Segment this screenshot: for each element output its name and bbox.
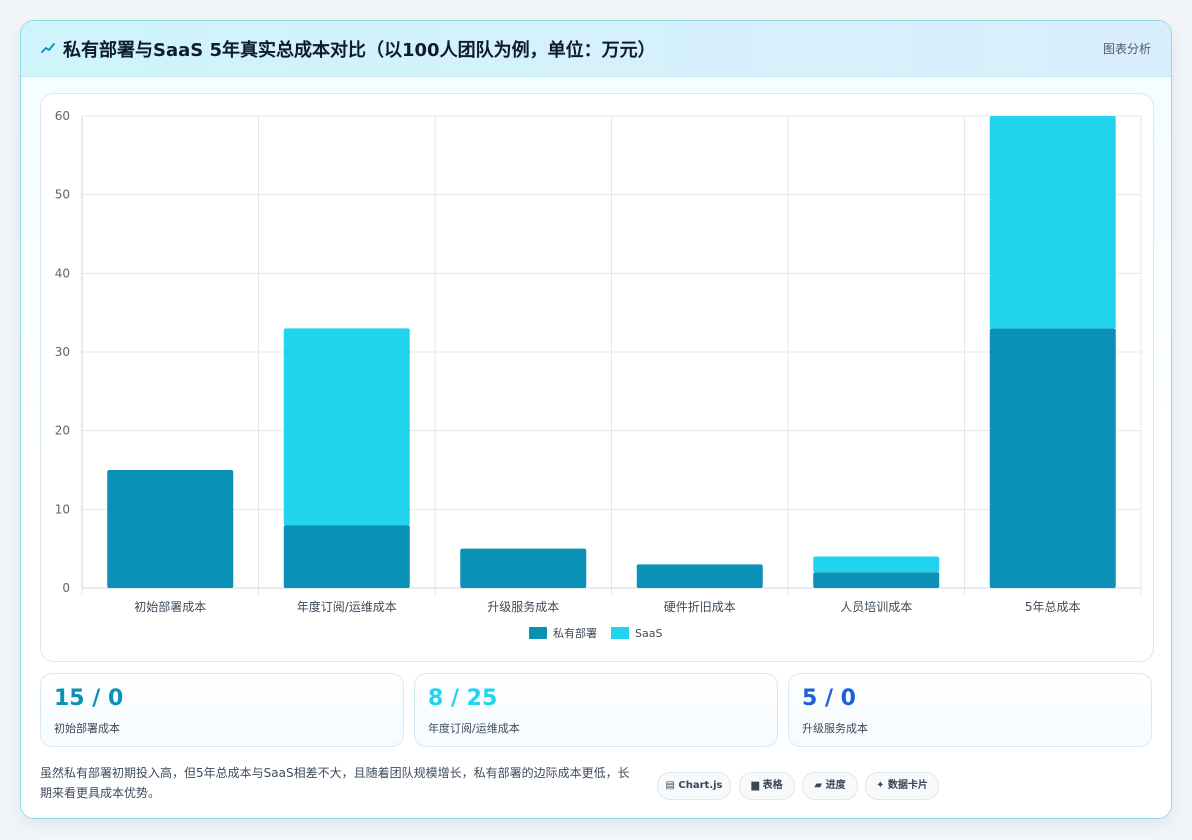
x-tick-label: 硬件折旧成本 (664, 599, 736, 614)
legend-swatch (611, 627, 629, 639)
chart-container: 0 10 20 30 40 50 60 初始部署成本 年度订阅/运维成本 升级服务成本 硬件折旧成本… (40, 93, 1154, 662)
legend-label: SaaS (635, 627, 662, 640)
stat-label: 升级服务成本 (802, 722, 868, 735)
y-tick-label: 10 (55, 502, 70, 516)
stat-value: 8 / 25 (428, 686, 498, 711)
bar-private (107, 470, 234, 588)
legend-swatch (529, 627, 547, 639)
y-tick-label: 60 (55, 109, 70, 123)
pill-table[interactable]: ▆ 表格 (739, 772, 795, 800)
pill-data-card[interactable]: ✦ 数据卡片 (865, 772, 939, 800)
stat-value: 15 / 0 (54, 686, 124, 711)
y-tick-label: 0 (62, 581, 70, 595)
y-tick-label: 30 (55, 345, 70, 359)
pill-progress[interactable]: ▰ 进度 (802, 772, 858, 800)
x-tick-label: 年度订阅/运维成本 (297, 599, 397, 614)
bar-private (636, 564, 763, 588)
chart-title: 私有部署与SaaS 5年真实总成本对比（以100人团队为例，单位：万元） (63, 40, 656, 61)
legend-label: 私有部署 (553, 626, 597, 640)
x-tick-label: 升级服务成本 (487, 599, 559, 614)
chart-card: 私有部署与SaaS 5年真实总成本对比（以100人团队为例，单位：万元） 图表分… (20, 20, 1172, 819)
y-tick-label: 50 (55, 188, 70, 202)
x-tick-label: 初始部署成本 (134, 599, 206, 614)
bar-saas (283, 328, 410, 526)
x-tick-label: 5年总成本 (1025, 600, 1081, 614)
x-tick-label: 人员培训成本 (840, 599, 912, 614)
pill-chartjs[interactable]: ▤ Chart.js (657, 772, 731, 800)
stacked-bar-chart: 0 10 20 30 40 50 60 初始部署成本 年度订阅/运维成本 升级服务成本 硬件折旧成本… (55, 109, 1142, 640)
summary-text: 虽然私有部署初期投入高，但5年总成本与SaaS相差不大，且随着团队规模增长，私有… (40, 766, 630, 800)
chart-analysis-tag: 图表分析 (1102, 42, 1151, 56)
trend-line-icon (41, 43, 55, 53)
card-header: 私有部署与SaaS 5年真实总成本对比（以100人团队为例，单位：万元） 图表分… (21, 21, 1171, 77)
stat-card-upgrade: 5 / 0 升级服务成本 (788, 673, 1152, 747)
bar-private (989, 328, 1116, 588)
bar-private (283, 525, 410, 588)
stat-label: 初始部署成本 (54, 722, 120, 735)
y-tick-label: 20 (55, 424, 70, 438)
bar-saas (813, 556, 940, 573)
y-tick-label: 40 (55, 266, 70, 280)
stat-card-initial: 15 / 0 初始部署成本 (40, 673, 404, 747)
stat-value: 5 / 0 (802, 686, 856, 711)
bar-saas (989, 116, 1116, 329)
stat-card-annual: 8 / 25 年度订阅/运维成本 (414, 673, 778, 747)
stat-label: 年度订阅/运维成本 (428, 722, 520, 735)
bar-private (460, 548, 587, 588)
bar-private (813, 572, 940, 588)
